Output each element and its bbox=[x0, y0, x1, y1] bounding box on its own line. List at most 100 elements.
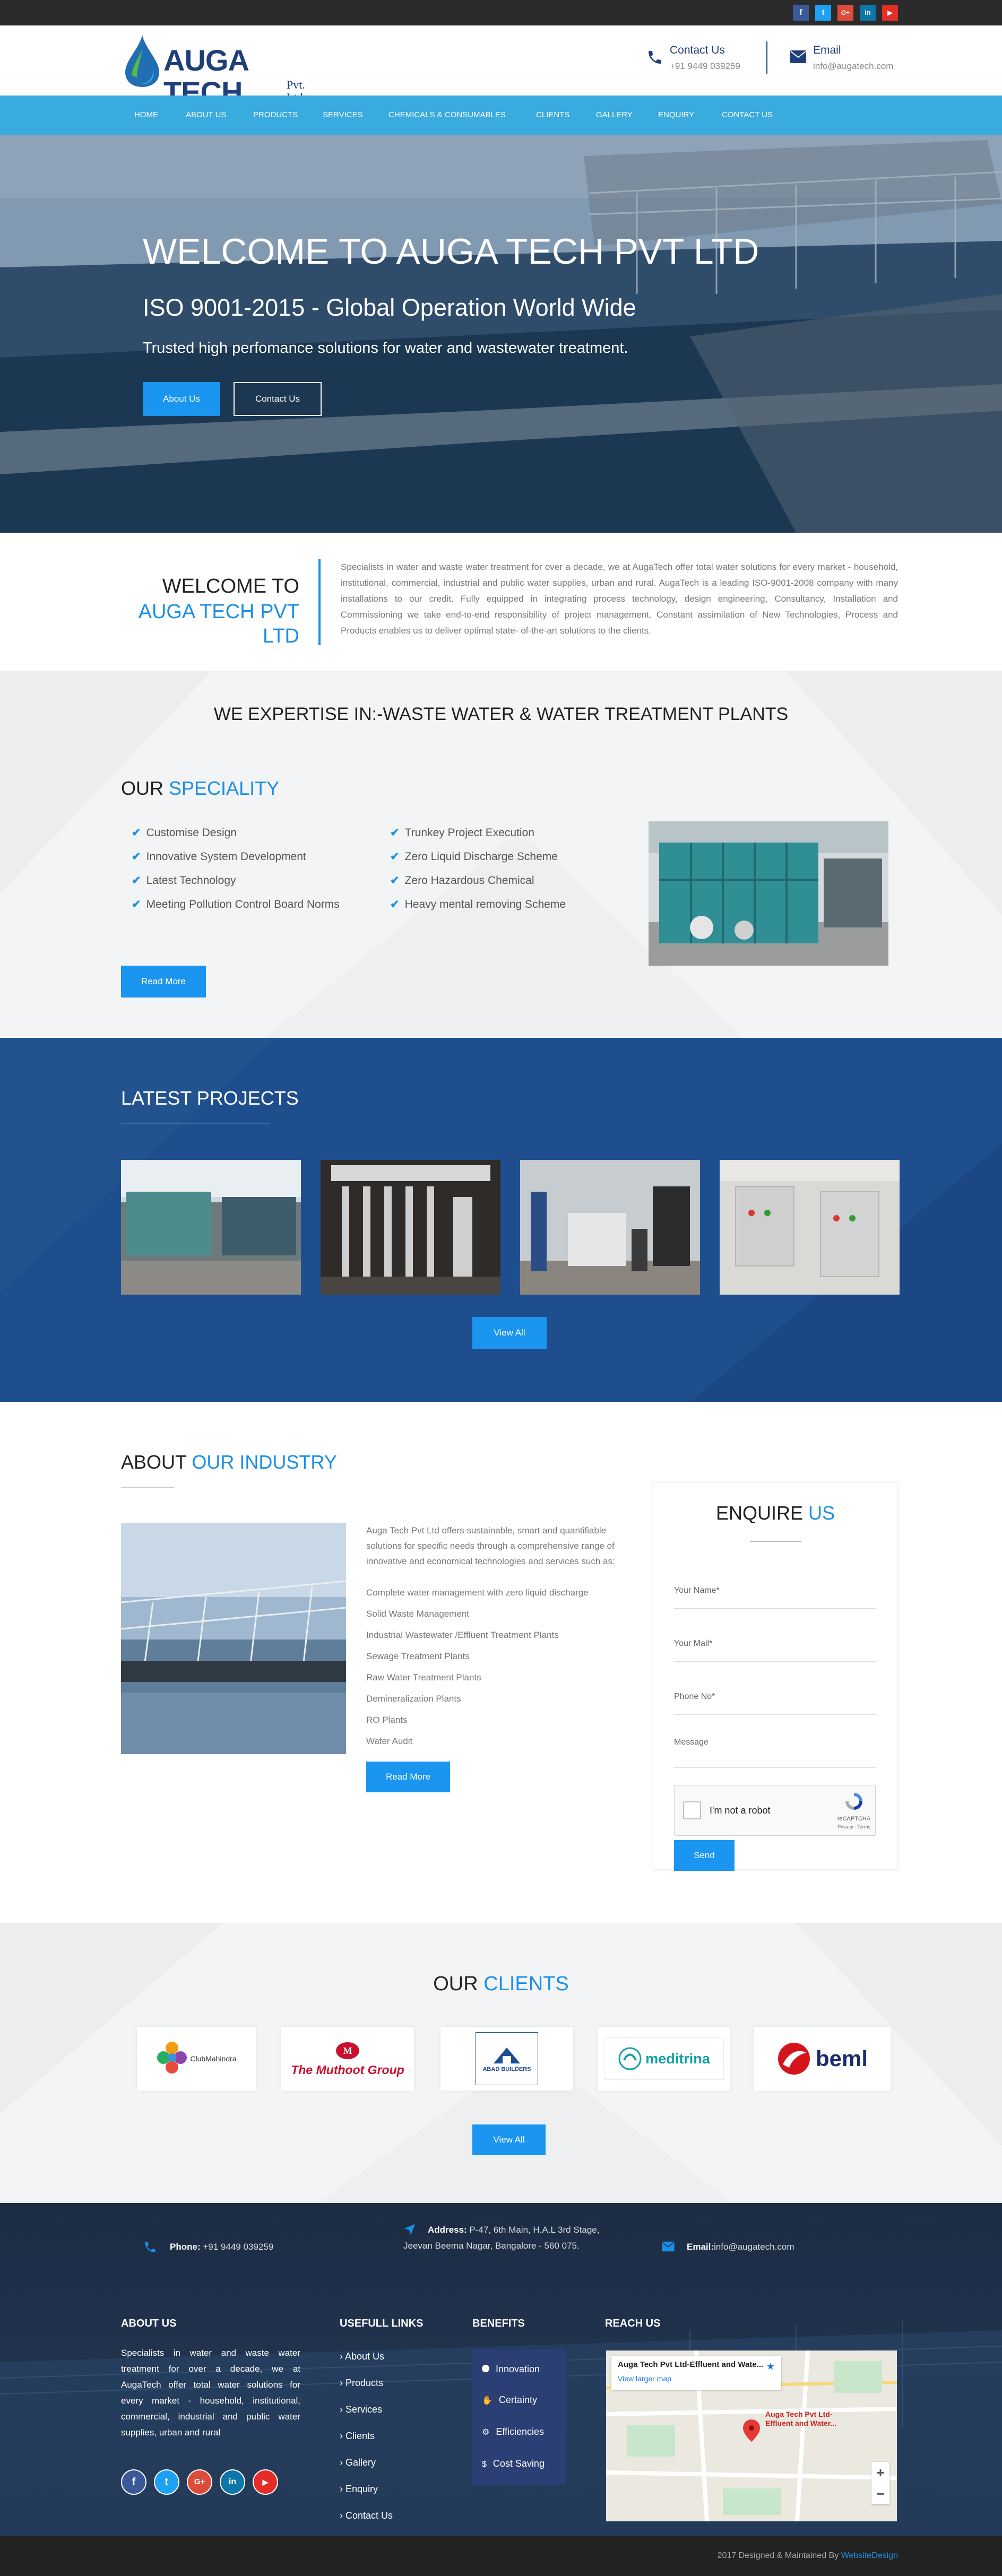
google-map[interactable]: Auga Tech Pvt Ltd-Effluent and Wate... V… bbox=[606, 2351, 897, 2521]
nav-contact-us[interactable]: CONTACT US bbox=[722, 96, 773, 135]
copyright-label: 2017 Designed & Maintained By bbox=[717, 2551, 839, 2560]
footer-email: Email:info@augatech.com bbox=[687, 2240, 794, 2254]
phone-field[interactable]: Phone No* bbox=[674, 1689, 876, 1715]
project-thumbnail[interactable] bbox=[321, 1160, 500, 1295]
site-footer: Phone: +91 9449 039259 Address: P-47, 6t… bbox=[0, 2203, 1002, 2536]
email-value[interactable]: info@augatech.com bbox=[813, 60, 893, 72]
google-plus-icon[interactable]: G+ bbox=[837, 5, 853, 21]
footer-reach-heading: REACH US bbox=[605, 2318, 661, 2329]
project-thumbnail[interactable] bbox=[520, 1160, 700, 1295]
clients-view-all-button[interactable]: View All bbox=[472, 2124, 546, 2155]
chevron-right-icon: › bbox=[340, 2484, 343, 2494]
chevron-right-icon: › bbox=[340, 2510, 343, 2521]
beml-logo-text: beml bbox=[815, 2046, 868, 2071]
map-info-card: Auga Tech Pvt Ltd-Effluent and Wate... V… bbox=[611, 2356, 781, 2390]
designer-link[interactable]: WebsiteDesign bbox=[841, 2551, 898, 2560]
map-zoom-out-button[interactable]: − bbox=[871, 2483, 889, 2504]
service-item: Industrial Wastewater /Effluent Treatmen… bbox=[366, 1630, 559, 1640]
linkedin-icon[interactable]: in bbox=[860, 5, 876, 21]
project-thumbnail[interactable] bbox=[121, 1160, 301, 1295]
mail-field[interactable]: Your Mail* bbox=[674, 1636, 876, 1662]
contact-phone[interactable]: +91 9449 039259 bbox=[670, 60, 740, 72]
project-thumbnail[interactable] bbox=[720, 1160, 900, 1295]
nav-home[interactable]: HOME bbox=[134, 96, 158, 135]
twitter-icon[interactable]: t bbox=[815, 5, 831, 21]
about-heading-about: ABOUT bbox=[121, 1451, 187, 1473]
map-save-star-icon[interactable]: ★ bbox=[766, 2361, 775, 2372]
phone-icon bbox=[649, 51, 661, 64]
nav-products[interactable]: PRODUCTS bbox=[253, 96, 298, 135]
nav-clients[interactable]: CLIENTS bbox=[536, 96, 569, 135]
clubmahindra-flower-icon bbox=[157, 2042, 187, 2074]
header-divider bbox=[766, 41, 767, 74]
recaptcha-widget: I'm not a robot reCAPTCHA Privacy - Term… bbox=[674, 1785, 876, 1836]
welcome-divider bbox=[318, 559, 321, 645]
message-field[interactable]: Message bbox=[674, 1735, 876, 1768]
footer-link-products[interactable]: › Products bbox=[340, 2370, 393, 2396]
recaptcha-label: I'm not a robot bbox=[710, 1805, 771, 1816]
projects-view-all-button[interactable]: View All bbox=[472, 1317, 547, 1349]
footer-phone-value[interactable]: +91 9449 039259 bbox=[203, 2242, 273, 2252]
footer-phone-label: Phone: bbox=[170, 2242, 201, 2252]
client-logo-abad[interactable]: ABAD BUILDERS bbox=[440, 2027, 573, 2091]
recaptcha-checkbox[interactable] bbox=[683, 1801, 701, 1819]
nav-gallery[interactable]: GALLERY bbox=[596, 96, 633, 135]
footer-link-enquiry[interactable]: › Enquiry bbox=[340, 2476, 393, 2502]
footer-link-label: Enquiry bbox=[345, 2484, 378, 2494]
footer-link-contact[interactable]: › Contact Us bbox=[340, 2502, 393, 2529]
footer-link-about[interactable]: › About Us bbox=[340, 2343, 393, 2370]
service-item: Demineralization Plants bbox=[366, 1694, 461, 1704]
footer-twitter-icon[interactable]: t bbox=[154, 2469, 179, 2495]
send-button[interactable]: Send bbox=[674, 1840, 735, 1871]
client-logo-muthoot[interactable]: M The Muthoot Group bbox=[281, 2027, 414, 2091]
projects-heading: LATEST PROJECTS bbox=[121, 1087, 299, 1109]
facebook-icon[interactable]: f bbox=[793, 5, 809, 21]
footer-link-label: Services bbox=[345, 2404, 383, 2415]
about-read-more-button[interactable]: Read More bbox=[366, 1762, 450, 1792]
speciality-item: ✔ Zero Hazardous Chemical bbox=[390, 869, 566, 892]
speciality-item-label: Customise Design bbox=[146, 827, 237, 839]
recaptcha-terms[interactable]: Privacy - Terms bbox=[832, 1824, 876, 1830]
footer-link-gallery[interactable]: › Gallery bbox=[340, 2449, 393, 2476]
footer-google-plus-icon[interactable]: G+ bbox=[187, 2469, 212, 2495]
nav-services[interactable]: SERVICES bbox=[323, 96, 363, 135]
about-heading-underline bbox=[121, 1487, 174, 1488]
check-icon: ✔ bbox=[390, 898, 400, 910]
gear-icon: ⚙ bbox=[482, 2428, 490, 2437]
speciality-item: ✔ Customise Design bbox=[132, 821, 340, 845]
speciality-heading-accent: SPECIALITY bbox=[169, 777, 280, 799]
speciality-item-label: Innovative System Development bbox=[146, 851, 306, 863]
about-text: Auga Tech Pvt Ltd offers sustainable, sm… bbox=[366, 1525, 615, 1566]
nav-about-us[interactable]: ABOUT US bbox=[186, 96, 226, 135]
client-logo-clubmahindra[interactable]: ClubMahindra bbox=[137, 2027, 256, 2091]
name-field[interactable]: Your Name* bbox=[674, 1583, 876, 1609]
footer-linkedin-icon[interactable]: in bbox=[220, 2469, 245, 2495]
svg-text:M: M bbox=[343, 2045, 352, 2056]
meditrina-emblem-icon bbox=[618, 2047, 642, 2070]
client-logo-meditrina[interactable]: meditrina bbox=[598, 2027, 730, 2091]
hero-banner: WELCOME TO AUGA TECH PVT LTD ISO 9001-20… bbox=[0, 135, 1002, 533]
beml-emblem-icon bbox=[778, 2043, 810, 2075]
footer-youtube-icon[interactable]: ▶ bbox=[253, 2469, 278, 2495]
map-zoom-in-button[interactable]: + bbox=[871, 2462, 889, 2483]
logo[interactable]: AUGA TECH Pvt. Ltd bbox=[121, 33, 323, 108]
speciality-read-more-button[interactable]: Read More bbox=[121, 966, 206, 998]
footer-facebook-icon[interactable]: f bbox=[121, 2469, 146, 2495]
youtube-icon[interactable]: ▶ bbox=[882, 5, 898, 21]
client-logo-beml[interactable]: beml bbox=[754, 2027, 891, 2091]
speciality-item-label: Zero Hazardous Chemical bbox=[404, 874, 534, 887]
nav-chemicals[interactable]: CHEMICALS & CONSUMABLES bbox=[388, 96, 506, 135]
hero-about-button[interactable]: About Us bbox=[143, 382, 220, 416]
recaptcha-logo-icon bbox=[845, 1793, 862, 1810]
footer-link-services[interactable]: › Services bbox=[340, 2396, 393, 2423]
map-larger-link[interactable]: View larger map bbox=[618, 2374, 671, 2383]
about-section: ABOUT OUR INDUSTRY Auga Tech Pvt Ltd off… bbox=[0, 1402, 1002, 1923]
speciality-heading-our: OUR bbox=[121, 777, 163, 799]
check-icon: ✔ bbox=[132, 827, 141, 839]
footer-email-value[interactable]: info@augatech.com bbox=[714, 2242, 794, 2252]
footer-link-clients[interactable]: › Clients bbox=[340, 2423, 393, 2449]
benefit-label: Certainty bbox=[498, 2395, 537, 2405]
hero-contact-button[interactable]: Contact Us bbox=[234, 382, 322, 416]
nav-enquiry[interactable]: ENQUIRY bbox=[658, 96, 694, 135]
clients-heading: OUR CLIENTS bbox=[0, 1972, 1002, 1996]
